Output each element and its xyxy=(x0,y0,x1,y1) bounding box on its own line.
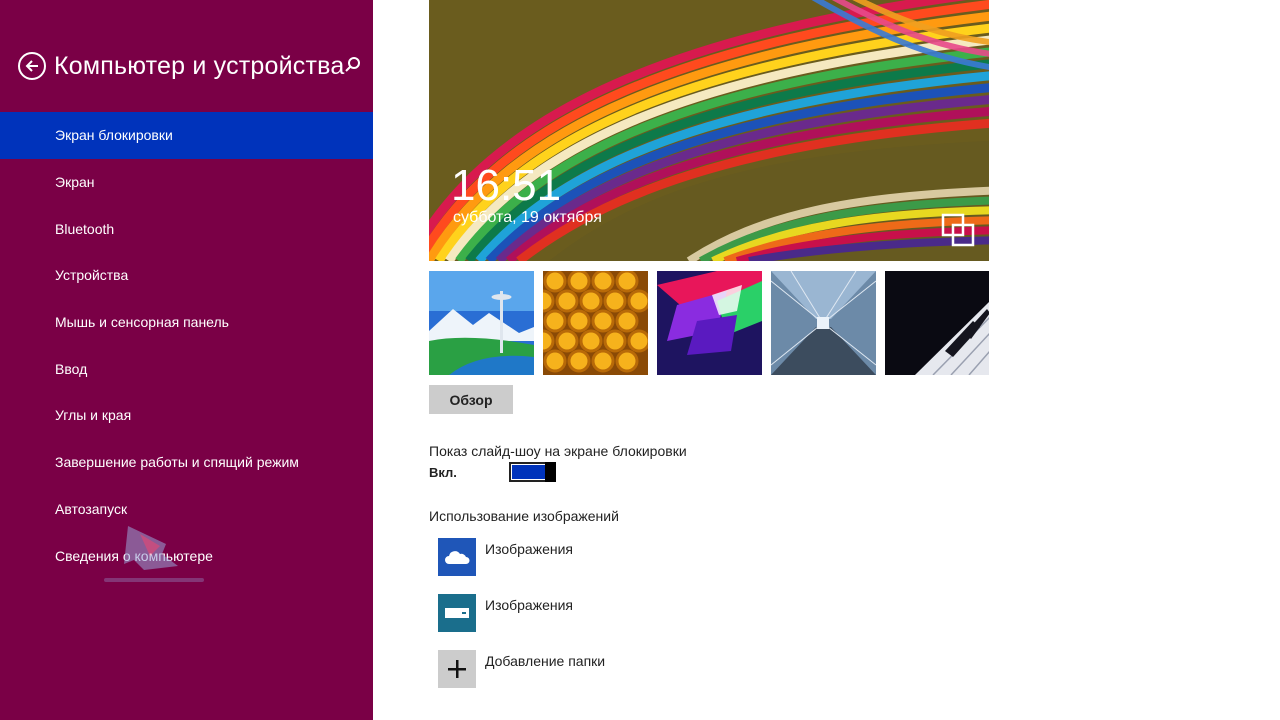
sidebar-nav: Экран блокировки Экран Bluetooth Устройс… xyxy=(0,112,373,579)
sidebar-item-bluetooth[interactable]: Bluetooth xyxy=(0,205,373,252)
sidebar-title: Компьютер и устройства xyxy=(54,51,345,80)
images-section-label: Использование изображений xyxy=(429,508,619,524)
sidebar-item-display[interactable]: Экран xyxy=(0,159,373,206)
add-folder-item[interactable]: Добавление папки xyxy=(438,650,738,690)
lock-screen-date: суббота, 19 октября xyxy=(453,209,602,226)
sidebar-item-mouse-touchpad[interactable]: Мышь и сенсорная панель xyxy=(0,299,373,346)
geometric-shapes-thumbnail[interactable] xyxy=(657,271,762,375)
sidebar-item-typing[interactable]: Ввод xyxy=(0,345,373,392)
slideshow-toggle-value: Вкл. xyxy=(429,465,457,480)
toggle-fill xyxy=(512,465,545,479)
local-drive-icon xyxy=(438,594,476,632)
lock-screen-clock: 16:51 xyxy=(451,161,562,210)
sidebar-item-lock-screen[interactable]: Экран блокировки xyxy=(0,112,373,159)
plus-icon xyxy=(438,650,476,688)
honeycomb-thumbnail[interactable] xyxy=(543,271,648,375)
browse-button[interactable]: Обзор xyxy=(429,385,513,414)
image-source-label: Изображения xyxy=(485,597,573,613)
back-arrow-icon[interactable] xyxy=(18,52,46,80)
image-source-local[interactable]: Изображения xyxy=(438,594,738,634)
image-source-label: Изображения xyxy=(485,541,573,557)
toggle-knob[interactable] xyxy=(545,462,556,482)
watermark-logo xyxy=(104,524,214,590)
sidebar-item-corners-edges[interactable]: Углы и края xyxy=(0,392,373,439)
slideshow-label: Показ слайд-шоу на экране блокировки xyxy=(429,443,687,459)
search-icon[interactable] xyxy=(341,54,363,76)
piano-keys-thumbnail[interactable] xyxy=(885,271,989,375)
add-folder-label: Добавление папки xyxy=(485,653,606,669)
sidebar-header: Компьютер и устройства xyxy=(18,48,363,84)
sidebar-item-power-sleep[interactable]: Завершение работы и спящий режим xyxy=(0,439,373,486)
onedrive-cloud-icon xyxy=(438,538,476,576)
image-source-onedrive[interactable]: Изображения xyxy=(438,538,738,578)
space-needle-thumbnail[interactable] xyxy=(429,271,534,375)
lock-screen-preview: 16:51 суббота, 19 октября xyxy=(429,0,989,261)
background-thumbnails xyxy=(429,271,989,375)
slideshow-toggle[interactable] xyxy=(509,462,556,482)
camera-switch-icon[interactable] xyxy=(941,213,975,247)
main-content: 16:51 суббота, 19 октября Обзор Показ сл… xyxy=(373,0,1280,720)
tunnel-thumbnail[interactable] xyxy=(771,271,876,375)
sidebar: Компьютер и устройства Экран блокировки … xyxy=(0,0,373,720)
sidebar-item-devices[interactable]: Устройства xyxy=(0,252,373,299)
